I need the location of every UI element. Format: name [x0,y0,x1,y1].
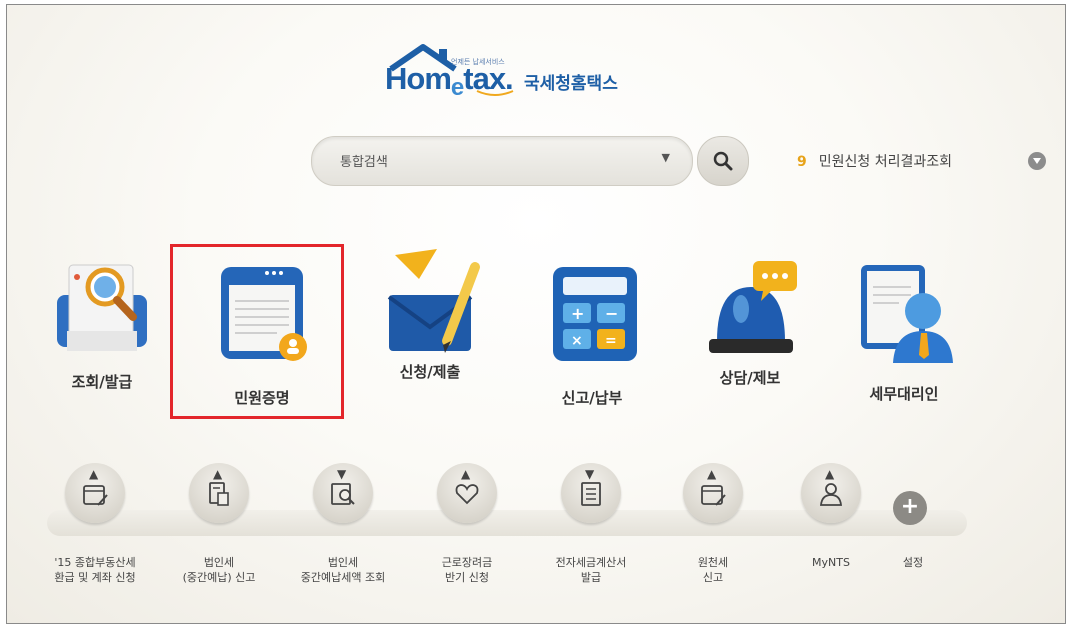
quick-label: 법인세 (중간예납) 신고 [182,556,256,584]
calendar-pen-icon [83,485,108,506]
application-status-link[interactable]: 9 민원신청 처리결과조회 [797,151,952,171]
status-text: 민원신청 처리결과조회 [818,154,952,170]
menu-label: 신고/납부 [561,389,623,407]
integrated-search-select[interactable]: 통합검색 ▼ [311,136,693,186]
logo-swoosh [476,90,514,96]
svg-text:×: × [571,333,583,349]
search-label: 통합검색 [340,155,388,170]
quick-label: 법인세 중간예납세액 조회 [300,556,386,584]
search-icon [713,151,733,171]
hometax-logo[interactable]: 언제든 납세서비스 Hometax. 국세청홈택스 [385,43,655,105]
download-arrow-icon: ▼ [337,467,347,481]
menu-inquiry-issue[interactable]: 조회/발급 [37,255,167,392]
menu-label: 조회/발급 [71,373,133,391]
quick-item-withholding-tax[interactable]: ▲ 원천세 신고 [653,463,773,585]
svg-text:=: = [605,333,617,349]
status-dropdown-button[interactable] [1028,152,1046,170]
svg-text:+: + [571,304,584,323]
quick-label: 설정 [902,556,924,569]
heart-icon [455,484,479,505]
menu-report-payment[interactable]: + − × = 신고/납부 [527,259,657,408]
menu-application-submission[interactable]: 신청/제출 [365,245,495,382]
tax-agent-icon [849,259,959,369]
calendar-pen-icon [701,485,726,506]
upload-arrow-icon: ▲ [89,467,99,481]
quick-item-property-tax-refund[interactable]: ▲ '15 종합부동산세 환급 및 계좌 신청 [35,463,155,585]
upload-arrow-icon: ▲ [461,467,471,481]
menu-label: 상담/제보 [719,369,781,387]
siren-chat-icon [695,251,805,361]
search-button[interactable] [697,136,749,186]
quick-item-work-incentive[interactable]: ▲ 근로장려금 반기 신청 [407,463,527,585]
menu-label: 세무대리인 [869,385,939,403]
envelope-pencil-icon [375,245,485,355]
chevron-down-icon: ▼ [661,151,670,164]
quick-item-settings[interactable]: 설정 [853,463,973,570]
quick-item-e-tax-invoice[interactable]: ▼ 전자세금계산서 발급 [531,463,651,585]
quick-item-corporate-tax-report[interactable]: ▲ 법인세 (중간예납) 신고 [159,463,279,585]
quick-label: '15 종합부동산세 환급 및 계좌 신청 [54,556,136,584]
document-icon [209,482,229,506]
menu-tax-agent[interactable]: 세무대리인 [839,259,969,404]
svg-text:−: − [605,304,618,323]
status-count-badge: 9 [797,154,807,170]
report-search-icon [331,483,355,505]
download-arrow-icon: ▼ [585,467,595,481]
quick-label: 원천세 신고 [697,556,729,584]
menu-consultation-report[interactable]: 상담/제보 [685,251,815,388]
search-document-icon [47,255,157,365]
upload-arrow-icon: ▲ [825,467,835,481]
logo-korean-name: 국세청홈택스 [524,74,618,94]
hometax-main-frame: 언제든 납세서비스 Hometax. 국세청홈택스 통합검색 ▼ 9 민원신청 처… [6,4,1066,624]
quick-label: 근로장려금 반기 신청 [441,556,493,584]
quick-item-corporate-tax-inquiry[interactable]: ▼ 법인세 중간예납세액 조회 [283,463,403,585]
upload-arrow-icon: ▲ [707,467,717,481]
invoice-icon [581,482,601,506]
calculator-icon: + − × = [537,259,647,369]
highlight-box [170,244,344,419]
quick-label: 전자세금계산서 발급 [555,556,627,584]
person-icon [820,483,842,506]
upload-arrow-icon: ▲ [213,467,223,481]
